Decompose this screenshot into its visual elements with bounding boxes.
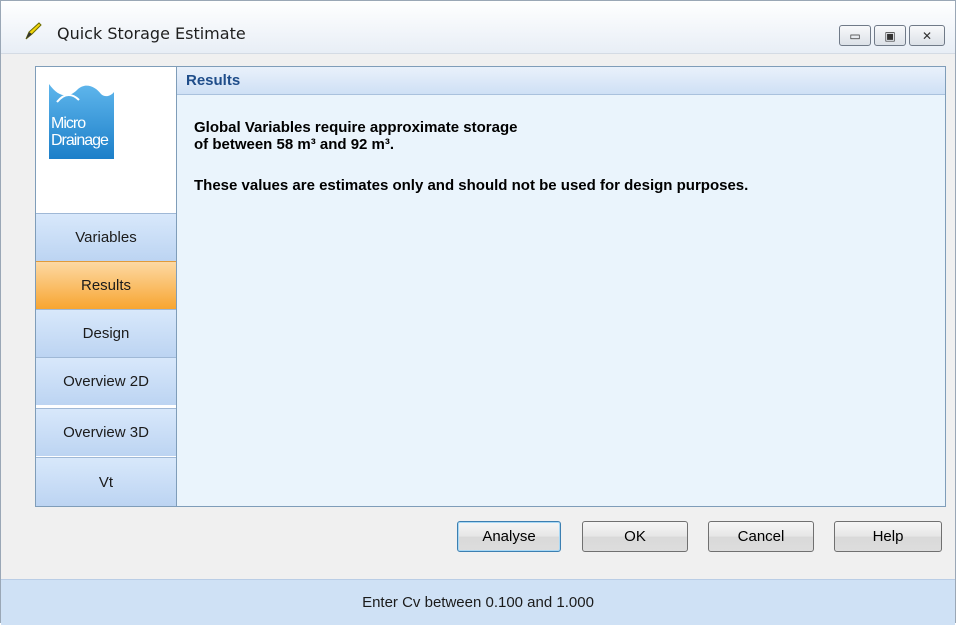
minimize-icon: ▭ bbox=[849, 28, 861, 43]
results-content: Results Global Variables require approxi… bbox=[177, 67, 945, 506]
storage-message-line-2: of between 58 m³ and 92 m³. bbox=[194, 136, 395, 153]
window-title: Quick Storage Estimate bbox=[57, 24, 246, 43]
title-bar[interactable]: Quick Storage Estimate ▭ ▣ ✕ bbox=[1, 1, 955, 54]
sidebar-item-label: Design bbox=[82, 325, 130, 342]
close-icon: ✕ bbox=[921, 28, 933, 43]
sidebar-item-vt[interactable]: Vt bbox=[36, 457, 176, 506]
sidebar-item-label: Results bbox=[80, 277, 132, 294]
logo-text: Micro Drainage bbox=[49, 115, 116, 149]
maximize-icon: ▣ bbox=[884, 28, 896, 43]
logo-line-1: Micro bbox=[51, 115, 86, 132]
sidebar-item-label: Overview 3D bbox=[63, 424, 149, 441]
sidebar-item-label: Overview 2D bbox=[63, 373, 149, 390]
quick-storage-estimate-window: Quick Storage Estimate ▭ ▣ ✕ Micro Drain… bbox=[0, 0, 956, 625]
cancel-button[interactable]: Cancel bbox=[708, 521, 814, 552]
minimize-button[interactable]: ▭ bbox=[839, 25, 871, 46]
sidebar-item-variables[interactable]: Variables bbox=[36, 213, 176, 261]
disclaimer-text: These values are estimates only and shou… bbox=[194, 177, 749, 194]
sidebar-item-overview-3d[interactable]: Overview 3D bbox=[36, 408, 176, 456]
status-bar: Enter Cv between 0.100 and 1.000 bbox=[1, 579, 955, 625]
sidebar-item-label: Variables bbox=[75, 229, 137, 246]
sidebar-item-label: Vt bbox=[98, 473, 114, 491]
help-button[interactable]: Help bbox=[834, 521, 942, 552]
logo-area: Micro Drainage bbox=[36, 67, 176, 213]
storage-message-line-1: Global Variables require approximate sto… bbox=[194, 119, 518, 136]
sidebar-item-design[interactable]: Design bbox=[36, 309, 176, 357]
maximize-button[interactable]: ▣ bbox=[874, 25, 906, 46]
results-header: Results bbox=[177, 67, 945, 95]
sidebar: Micro Drainage Variables Results Design … bbox=[36, 67, 177, 506]
sidebar-item-overview-2d[interactable]: Overview 2D bbox=[36, 357, 176, 405]
ok-button[interactable]: OK bbox=[582, 521, 688, 552]
status-text: Enter Cv between 0.100 and 1.000 bbox=[362, 594, 594, 611]
sidebar-item-results[interactable]: Results bbox=[36, 261, 176, 309]
logo-line-2: Drainage bbox=[51, 132, 109, 149]
close-button[interactable]: ✕ bbox=[909, 25, 945, 46]
main-panel: Micro Drainage Variables Results Design … bbox=[35, 66, 946, 507]
pencil-icon bbox=[25, 22, 42, 40]
analyse-button[interactable]: Analyse bbox=[457, 521, 561, 552]
